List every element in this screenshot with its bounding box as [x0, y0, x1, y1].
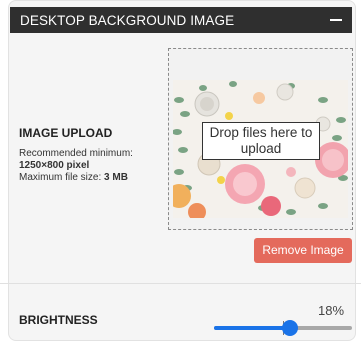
- recommended-label: Recommended minimum:: [19, 148, 133, 159]
- remove-image-button[interactable]: Remove Image: [254, 238, 352, 263]
- slider-thumb[interactable]: [281, 320, 298, 336]
- max-size-label: Maximum file size:: [19, 172, 102, 183]
- recommended-size: 1250×800 pixel: [19, 160, 90, 171]
- background-image-preview: [173, 80, 348, 250]
- minus-icon[interactable]: [330, 19, 342, 21]
- max-size-value: 3 MB: [104, 172, 128, 183]
- slider-fill: [214, 326, 290, 330]
- section-divider: [0, 283, 361, 284]
- brightness-slider[interactable]: [214, 319, 352, 337]
- section-header[interactable]: DESKTOP BACKGROUND IMAGE: [10, 7, 352, 33]
- dropzone-label: Drop files here to upload: [202, 122, 320, 160]
- image-upload-title: IMAGE UPLOAD: [19, 126, 113, 140]
- upload-requirements: Recommended minimum: 1250×800 pixel Maxi…: [19, 148, 133, 184]
- image-dropzone[interactable]: Drop files here to upload: [168, 48, 353, 230]
- section-title: DESKTOP BACKGROUND IMAGE: [20, 12, 235, 28]
- brightness-label: BRIGHTNESS: [19, 313, 98, 327]
- brightness-value: 18%: [318, 303, 345, 318]
